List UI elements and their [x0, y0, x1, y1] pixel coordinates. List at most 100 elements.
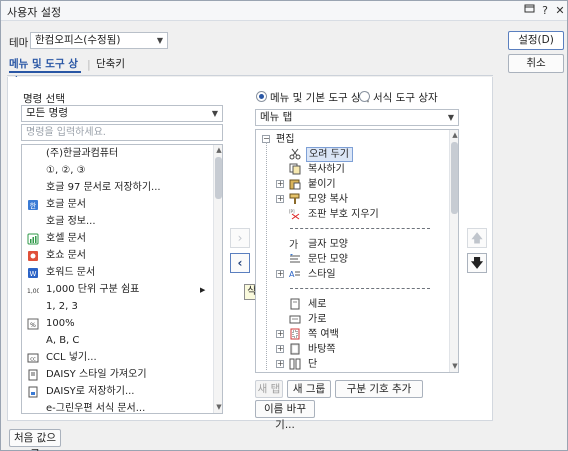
- command-filter-select[interactable]: 모든 명령 ▼: [21, 105, 223, 122]
- margin-icon: [289, 328, 301, 340]
- command-list-item[interactable]: (주)한글과컴퓨터: [22, 146, 212, 162]
- rename-button[interactable]: 이름 바꾸기...: [255, 400, 315, 431]
- command-list-item[interactable]: 1,00 1,000 단위 구분 쉼표 ▶: [22, 282, 212, 298]
- svg-text:W: W: [30, 270, 37, 278]
- radio-format-toolbox[interactable]: [359, 91, 370, 102]
- expand-icon[interactable]: +: [276, 195, 284, 203]
- tree-separator[interactable]: [290, 288, 430, 289]
- ok-button[interactable]: 설정(D): [508, 31, 564, 50]
- tab-menu-toolbox[interactable]: 메뉴 및 도구 상자: [9, 55, 81, 88]
- tree-node[interactable]: + 쪽 여백: [276, 327, 446, 342]
- hcell-icon: [27, 233, 39, 245]
- command-list-item[interactable]: A, B, C: [22, 333, 212, 349]
- tree-node[interactable]: 문단 모양: [276, 252, 446, 267]
- tree-node[interactable]: [P] 조판 부호 지우기: [276, 207, 446, 222]
- arrow-down-icon: 🡇: [470, 256, 484, 270]
- command-list-item[interactable]: 호쇼 문서: [22, 248, 212, 264]
- scroll-down-icon[interactable]: ▼: [450, 361, 458, 371]
- tab-divider: |: [87, 58, 91, 71]
- command-list[interactable]: (주)한글과컴퓨터 ①, ②, ③ 호글 97 문서로 저장하기... 한 호글 문서 호…: [21, 144, 223, 414]
- command-select-label: 명령 선택: [23, 93, 65, 105]
- hwp-doc-icon: 한: [27, 199, 39, 211]
- command-list-item-label: 호셀 문서: [46, 233, 86, 244]
- move-down-button[interactable]: 🡇: [467, 253, 487, 273]
- expand-icon[interactable]: +: [276, 345, 284, 353]
- tree-node[interactable]: 가로: [276, 312, 446, 327]
- theme-select-value: 한컴오피스(수정됨): [35, 34, 121, 46]
- tree-node-label: 복사하기: [308, 164, 345, 175]
- theme-select[interactable]: 한컴오피스(수정됨) ▼: [30, 32, 168, 49]
- hword-icon: W: [27, 267, 39, 279]
- move-up-button[interactable]: 🡅: [467, 228, 487, 248]
- restore-icon[interactable]: [521, 3, 537, 19]
- daisy-import-icon: [27, 369, 39, 381]
- expand-icon[interactable]: +: [276, 270, 284, 278]
- tab-shortcuts[interactable]: 단축키: [96, 55, 136, 73]
- new-tab-button[interactable]: 새 탭: [255, 380, 283, 398]
- command-list-item[interactable]: 호글 정보...: [22, 214, 212, 230]
- scroll-thumb[interactable]: [215, 157, 222, 199]
- new-group-button[interactable]: 새 그룹: [287, 380, 331, 398]
- tree-node[interactable]: + A 스타일: [276, 267, 446, 282]
- close-icon[interactable]: ✕: [552, 3, 568, 19]
- column-icon: [289, 358, 301, 370]
- command-list-item-label: 호워드 문서: [46, 267, 96, 278]
- menu-tree[interactable]: − 편집 오려 두기 복사하기 + 붙이기 + 모양 복사 [P] 조판 부호 지우기 가 글자 모양…: [255, 129, 459, 373]
- tree-node[interactable]: + 붙이기: [276, 177, 446, 192]
- cancel-button[interactable]: 취소: [508, 54, 564, 73]
- command-list-item[interactable]: DAISY 스타일 가져오기: [22, 367, 212, 383]
- help-icon[interactable]: ?: [537, 3, 553, 19]
- command-list-item[interactable]: 1, 2, 3: [22, 299, 212, 315]
- theme-label: 테마: [9, 37, 29, 49]
- reset-button[interactable]: 처음 값으로: [9, 429, 61, 451]
- tree-separator[interactable]: [290, 228, 430, 229]
- command-filter-value: 모든 명령: [26, 107, 68, 119]
- command-list-item[interactable]: DAISY로 저장하기...: [22, 384, 212, 400]
- expand-icon[interactable]: +: [276, 360, 284, 368]
- tree-node-label: 스타일: [308, 269, 336, 280]
- command-list-item[interactable]: ①, ②, ③: [22, 163, 212, 179]
- thousand-separator-icon: 1,00: [27, 284, 41, 296]
- menu-tree-scrollbar[interactable]: ▲ ▼: [449, 130, 458, 372]
- tree-node[interactable]: + 바탕쪽: [276, 342, 446, 357]
- percent-icon: %: [27, 318, 39, 330]
- scroll-up-icon[interactable]: ▲: [214, 145, 222, 155]
- scroll-down-icon[interactable]: ▼: [214, 402, 222, 412]
- style-icon: A: [289, 268, 301, 280]
- command-list-item[interactable]: 호글 97 문서로 저장하기...: [22, 180, 212, 196]
- title-bar: 사용자 설정 ? ✕: [1, 1, 567, 21]
- command-list-item-label: ①, ②, ③: [46, 165, 86, 176]
- chevron-down-icon: ▼: [447, 113, 454, 122]
- copy-icon: [289, 163, 301, 175]
- command-list-item-label: 1, 2, 3: [46, 301, 78, 312]
- tree-node[interactable]: + 단: [276, 357, 446, 372]
- expand-icon[interactable]: +: [276, 180, 284, 188]
- svg-text:가: 가: [289, 239, 298, 250]
- menu-tab-select[interactable]: 메뉴 탭 ▼: [255, 109, 459, 126]
- add-separator-button[interactable]: 구분 기호 추가: [335, 380, 423, 398]
- command-list-item[interactable]: W 호워드 문서: [22, 265, 212, 281]
- page-bg-icon: [289, 343, 301, 355]
- radio-menu-toolbox[interactable]: [256, 91, 267, 102]
- expand-icon[interactable]: +: [276, 330, 284, 338]
- add-command-button[interactable]: ›: [230, 228, 250, 248]
- command-list-item[interactable]: e-그린우편 서식 문서...: [22, 401, 212, 413]
- tree-node-label: 단: [308, 359, 318, 370]
- command-list-scrollbar[interactable]: ▲ ▼: [213, 145, 222, 413]
- command-list-item[interactable]: cc CCL 넣기...: [22, 350, 212, 366]
- command-list-item[interactable]: % 100%: [22, 316, 212, 332]
- tree-guide-line: [266, 142, 267, 370]
- command-list-item[interactable]: 한 호글 문서: [22, 197, 212, 213]
- window-title: 사용자 설정: [7, 6, 62, 19]
- tree-node[interactable]: 세로: [276, 297, 446, 312]
- command-list-item[interactable]: 호셀 문서: [22, 231, 212, 247]
- tree-node[interactable]: 복사하기: [276, 162, 446, 177]
- tree-node[interactable]: + 모양 복사: [276, 192, 446, 207]
- command-list-item-label: DAISY 스타일 가져오기: [46, 369, 147, 380]
- command-search-input[interactable]: 명령을 입력하세요.: [21, 124, 223, 141]
- scroll-thumb[interactable]: [451, 142, 458, 214]
- tree-node[interactable]: 가 글자 모양: [276, 237, 446, 252]
- remove-command-button[interactable]: ‹: [230, 253, 250, 273]
- tree-node[interactable]: 오려 두기: [276, 147, 446, 162]
- scroll-up-icon[interactable]: ▲: [450, 130, 458, 140]
